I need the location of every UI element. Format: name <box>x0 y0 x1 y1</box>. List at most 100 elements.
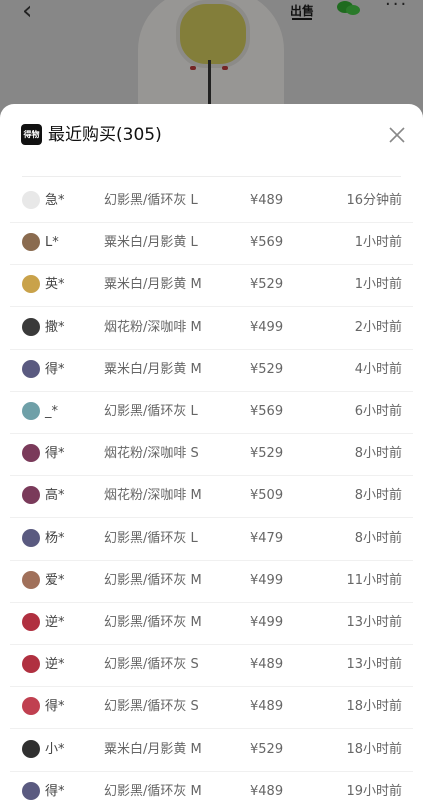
purchase-time: 4小时前 <box>354 361 402 377</box>
buyer-name: 得* <box>45 699 65 715</box>
avatar <box>22 402 40 420</box>
purchase-time: 2小时前 <box>354 319 402 335</box>
purchase-price: ¥499 <box>250 615 284 630</box>
purchase-time: 18小时前 <box>346 741 402 757</box>
product-spec: 幻影黑/循环灰 M <box>104 783 202 799</box>
purchase-price: ¥529 <box>250 741 284 757</box>
product-spec: 幻影黑/循环灰 L <box>104 193 198 208</box>
product-spec: 幻影黑/循环灰 S <box>104 699 199 715</box>
purchase-price: ¥569 <box>250 404 284 419</box>
avatar <box>22 528 40 547</box>
sheet-title: 最近购买(305) <box>48 125 162 145</box>
close-icon[interactable] <box>386 124 408 146</box>
purchase-time: 1小时前 <box>354 235 402 251</box>
product-spec: 粟米白/月影黄 M <box>104 277 202 293</box>
dewu-logo-icon: 得物 <box>21 124 42 145</box>
table-row: 撒* 烟花粉/深咖啡 M ¥499 2小时前 <box>10 307 413 350</box>
product-spec: 烟花粉/深咖啡 M <box>104 488 202 504</box>
buyer-name: 撒* <box>45 319 65 335</box>
buyer-name: 杨* <box>45 530 65 546</box>
table-row: 高* 烟花粉/深咖啡 M ¥509 8小时前 <box>10 475 413 519</box>
purchase-price: ¥479 <box>250 530 284 546</box>
purchase-time: 6小时前 <box>354 404 402 419</box>
table-row: 得* 烟花粉/深咖啡 S ¥529 8小时前 <box>10 433 413 477</box>
buyer-name: L* <box>45 235 59 251</box>
product-spec: 幻影黑/循环灰 S <box>104 657 199 673</box>
purchase-price: ¥529 <box>250 361 284 377</box>
buyer-name: 急* <box>45 193 65 208</box>
avatar <box>22 570 40 589</box>
avatar <box>22 486 40 505</box>
purchase-price: ¥509 <box>250 488 284 504</box>
purchase-time: 19小时前 <box>346 783 402 799</box>
table-row: 爱* 幻影黑/循环灰 M ¥499 11小时前 <box>10 560 413 603</box>
purchase-time: 1小时前 <box>354 277 402 293</box>
table-row: 英* 粟米白/月影黄 M ¥529 1小时前 <box>10 264 413 308</box>
buyer-name: 得* <box>45 446 65 462</box>
back-arrow-icon[interactable]: ‹ <box>22 0 32 26</box>
purchase-time: 8小时前 <box>354 530 402 546</box>
table-row: 急* 幻影黑/循环灰 L ¥489 16分钟前 <box>10 180 413 223</box>
sell-underline <box>292 18 312 20</box>
buyer-name: 英* <box>45 277 65 293</box>
avatar <box>22 444 40 463</box>
purchase-time: 13小时前 <box>346 615 402 630</box>
table-row: 杨* 幻影黑/循环灰 L ¥479 8小时前 <box>10 518 413 561</box>
purchase-price: ¥489 <box>250 783 284 799</box>
product-spec: 幻影黑/循环灰 L <box>104 404 198 419</box>
product-spec: 幻影黑/循环灰 M <box>104 615 202 630</box>
list-top-edge <box>22 168 401 177</box>
buyer-name: 爱* <box>45 572 65 588</box>
avatar <box>22 317 40 336</box>
wechat-icon[interactable] <box>336 0 362 16</box>
purchase-time: 16分钟前 <box>346 193 402 208</box>
avatar <box>22 359 40 378</box>
product-spec: 粟米白/月影黄 L <box>104 235 198 251</box>
purchase-list-container[interactable]: 急* 幻影黑/循环灰 L ¥489 16分钟前 L* 粟米白/月影黄 L ¥569 1小时前英… <box>10 168 413 800</box>
purchase-price: ¥489 <box>250 657 284 673</box>
avatar <box>22 697 40 716</box>
purchase-list: 急* 幻影黑/循环灰 L ¥489 16分钟前 L* 粟米白/月影黄 L ¥569 1小时前英… <box>10 168 413 800</box>
table-row: 小* 粟米白/月影黄 M ¥529 18小时前 <box>10 729 413 772</box>
table-row: 得* 幻影黑/循环灰 S ¥489 18小时前 <box>10 686 413 730</box>
sell-button[interactable]: 出售 <box>290 2 314 19</box>
avatar <box>22 275 40 294</box>
avatar <box>22 233 40 252</box>
buyer-name: 高* <box>45 488 65 504</box>
avatar <box>22 191 40 209</box>
product-spec: 烟花粉/深咖啡 M <box>104 319 202 335</box>
purchase-time: 8小时前 <box>354 488 402 504</box>
purchase-time: 13小时前 <box>346 657 402 673</box>
table-row: _* 幻影黑/循环灰 L ¥569 6小时前 <box>10 391 413 434</box>
table-row: L* 粟米白/月影黄 L ¥569 1小时前 <box>10 222 413 266</box>
purchase-price: ¥499 <box>250 319 284 335</box>
avatar <box>22 613 40 631</box>
buyer-name: 得* <box>45 783 65 799</box>
purchase-price: ¥569 <box>250 235 284 251</box>
table-row: 得* 幻影黑/循环灰 M ¥489 19小时前 <box>10 771 413 800</box>
purchase-time: 8小时前 <box>354 446 402 462</box>
buyer-name: 逆* <box>45 657 65 673</box>
table-row: 得* 粟米白/月影黄 M ¥529 4小时前 <box>10 349 413 392</box>
product-spec: 粟米白/月影黄 M <box>104 361 202 377</box>
avatar <box>22 781 40 800</box>
purchase-price: ¥489 <box>250 193 284 208</box>
product-spec: 幻影黑/循环灰 L <box>104 530 198 546</box>
product-spec: 烟花粉/深咖啡 S <box>104 446 199 462</box>
more-icon[interactable]: ··· <box>385 0 408 15</box>
purchase-time: 11小时前 <box>346 572 402 588</box>
buyer-name: 得* <box>45 361 65 377</box>
purchase-price: ¥529 <box>250 277 284 293</box>
purchase-price: ¥499 <box>250 572 284 588</box>
sheet-header: 得物 最近购买(305) <box>0 104 423 168</box>
table-row: 逆* 幻影黑/循环灰 S ¥489 13小时前 <box>10 644 413 688</box>
product-spec: 粟米白/月影黄 M <box>104 741 202 757</box>
buyer-name: _* <box>45 404 58 419</box>
buyer-name: 小* <box>45 741 65 757</box>
avatar <box>22 655 40 674</box>
buyer-name: 逆* <box>45 615 65 630</box>
table-row: 逆* 幻影黑/循环灰 M ¥499 13小时前 <box>10 602 413 645</box>
purchase-time: 18小时前 <box>346 699 402 715</box>
product-spec: 幻影黑/循环灰 M <box>104 572 202 588</box>
purchase-price: ¥489 <box>250 699 284 715</box>
